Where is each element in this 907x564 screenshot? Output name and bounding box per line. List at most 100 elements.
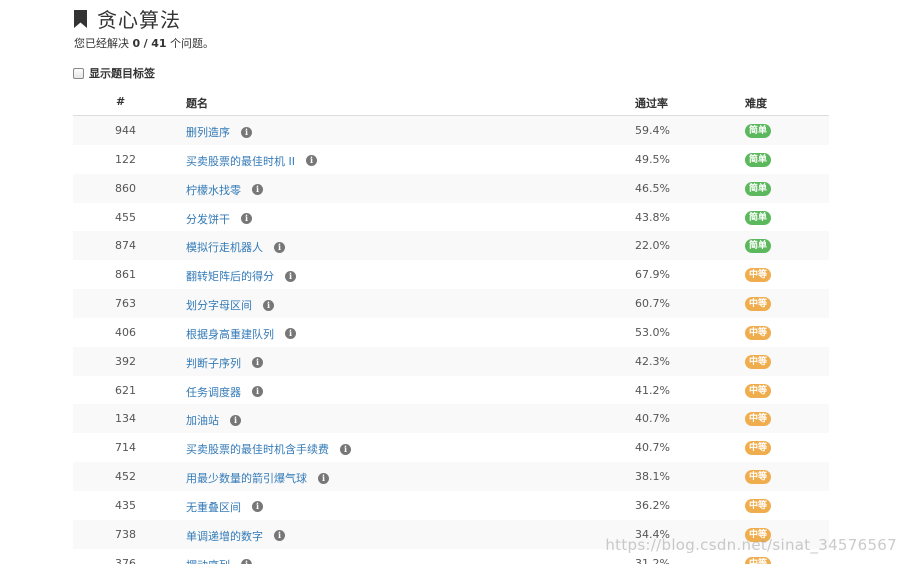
problem-title-link[interactable]: 买卖股票的最佳时机 II bbox=[186, 153, 295, 169]
table-row: 392 判断子序列 i 42.3% 中等 bbox=[73, 346, 829, 376]
info-icon[interactable]: i bbox=[340, 443, 351, 455]
problem-id: 122 bbox=[115, 152, 136, 166]
show-tags-toggle[interactable]: 显示题目标签 bbox=[73, 65, 155, 81]
table-row: 861 翻转矩阵后的得分 i 67.9% 中等 bbox=[73, 260, 829, 289]
problem-title-link[interactable]: 翻转矩阵后的得分 bbox=[186, 268, 274, 284]
problem-title-link[interactable]: 单调递增的数字 bbox=[186, 528, 263, 544]
table-row: 455 分发饼干 i 43.8% 简单 bbox=[73, 203, 829, 232]
table-row: 406 根据身高重建队列 i 53.0% 中等 bbox=[73, 318, 829, 347]
total-count: 41 bbox=[151, 37, 167, 50]
summary-suffix: 个问题。 bbox=[170, 37, 214, 50]
info-icon[interactable]: i bbox=[241, 126, 252, 138]
acceptance-rate: 53.0% bbox=[635, 325, 670, 339]
problem-id: 621 bbox=[115, 383, 136, 397]
table-body: 944 删列造序 i 59.4% 简单 122 买卖股票的最佳时机 II i 49.5% 简单 86… bbox=[73, 116, 829, 564]
info-icon[interactable]: i bbox=[230, 414, 241, 426]
page-header: 贪心算法 bbox=[74, 4, 181, 33]
acceptance-rate: 46.5% bbox=[635, 181, 670, 195]
difficulty-cell: 中等 bbox=[745, 440, 772, 456]
table-row: 874 模拟行走机器人 i 22.0% 简单 bbox=[73, 231, 829, 261]
bookmark-icon bbox=[74, 9, 87, 28]
info-icon[interactable]: i bbox=[252, 386, 263, 398]
problem-title-cell: 摆动序列 i bbox=[186, 557, 252, 564]
problem-title-link[interactable]: 划分字母区间 bbox=[186, 297, 252, 313]
problem-title-link[interactable]: 柠檬水找零 bbox=[186, 182, 241, 198]
problem-title-cell: 翻转矩阵后的得分 i bbox=[186, 268, 296, 284]
header-difficulty[interactable]: 难度 bbox=[745, 95, 767, 111]
info-icon[interactable]: i bbox=[263, 299, 274, 311]
problem-title-link[interactable]: 删列造序 bbox=[186, 124, 230, 140]
info-icon[interactable]: i bbox=[252, 357, 263, 369]
info-icon[interactable]: i bbox=[252, 501, 263, 513]
acceptance-rate: 36.2% bbox=[635, 498, 670, 512]
acceptance-rate: 41.2% bbox=[635, 383, 670, 397]
table-row: 860 柠檬水找零 i 46.5% 简单 bbox=[73, 173, 829, 203]
info-icon[interactable]: i bbox=[318, 472, 329, 484]
problem-id: 763 bbox=[115, 297, 136, 311]
problem-title-link[interactable]: 用最少数量的箭引爆气球 bbox=[186, 470, 307, 486]
problem-id: 134 bbox=[115, 412, 136, 426]
table-row: 435 无重叠区间 i 36.2% 中等 bbox=[73, 491, 829, 520]
problem-id: 392 bbox=[115, 354, 136, 368]
problem-title-link[interactable]: 加油站 bbox=[186, 412, 219, 428]
problem-title-cell: 分发饼干 i bbox=[186, 211, 252, 227]
acceptance-rate: 60.7% bbox=[635, 297, 670, 311]
difficulty-cell: 中等 bbox=[745, 354, 772, 369]
problem-title-link[interactable]: 任务调度器 bbox=[186, 384, 241, 400]
info-icon[interactable]: i bbox=[274, 241, 285, 253]
difficulty-badge: 中等 bbox=[745, 268, 772, 283]
problem-id: 455 bbox=[115, 210, 136, 224]
difficulty-badge: 简单 bbox=[745, 239, 772, 254]
info-icon[interactable]: i bbox=[252, 184, 263, 196]
info-icon[interactable]: i bbox=[241, 213, 252, 225]
problem-id: 376 bbox=[115, 556, 136, 564]
problem-title-cell: 判断子序列 i bbox=[186, 355, 263, 371]
watermark: https://blog.csdn.net/sinat_34576567 bbox=[605, 536, 897, 554]
problem-id: 861 bbox=[115, 268, 136, 282]
acceptance-rate: 31.2% bbox=[635, 556, 670, 564]
difficulty-cell: 简单 bbox=[745, 152, 772, 167]
problem-title-cell: 根据身高重建队列 i bbox=[186, 326, 296, 342]
info-icon[interactable]: i bbox=[285, 270, 296, 282]
info-icon[interactable]: i bbox=[285, 328, 296, 340]
problem-title-link[interactable]: 买卖股票的最佳时机含手续费 bbox=[186, 441, 329, 457]
problem-title-cell: 买卖股票的最佳时机含手续费 i bbox=[186, 441, 351, 457]
problem-title-link[interactable]: 分发饼干 bbox=[186, 211, 230, 227]
show-tags-checkbox[interactable] bbox=[73, 67, 84, 79]
problem-id: 944 bbox=[115, 124, 136, 137]
difficulty-cell: 中等 bbox=[745, 411, 772, 427]
summary-prefix: 您已经解决 bbox=[74, 37, 129, 50]
problem-title-link[interactable]: 判断子序列 bbox=[186, 355, 241, 371]
page: 贪心算法 您已经解决 0 / 41 个问题。 显示题目标签 # 题名 通过率 难… bbox=[0, 0, 907, 564]
problem-table: # 题名 通过率 难度 944 删列造序 i 59.4% 简单 122 买卖股票的最佳时机 … bbox=[73, 88, 829, 564]
info-icon[interactable]: i bbox=[305, 155, 317, 167]
problem-title-link[interactable]: 模拟行走机器人 bbox=[186, 239, 263, 255]
problem-title-link[interactable]: 无重叠区间 bbox=[186, 499, 241, 515]
header-id[interactable]: # bbox=[116, 95, 125, 108]
difficulty-cell: 简单 bbox=[745, 123, 772, 138]
problem-title-link[interactable]: 摆动序列 bbox=[186, 557, 230, 564]
header-title[interactable]: 题名 bbox=[186, 95, 208, 111]
difficulty-badge: 简单 bbox=[745, 152, 772, 167]
difficulty-badge: 中等 bbox=[745, 441, 772, 456]
problem-title-cell: 删列造序 i bbox=[186, 124, 252, 140]
problem-id: 874 bbox=[115, 239, 136, 253]
problem-title-link[interactable]: 根据身高重建队列 bbox=[186, 326, 274, 342]
table-row: 134 加油站 i 40.7% 中等 bbox=[73, 404, 829, 434]
difficulty-cell: 中等 bbox=[745, 267, 772, 283]
acceptance-rate: 59.4% bbox=[635, 124, 670, 137]
info-icon[interactable]: i bbox=[274, 530, 285, 542]
difficulty-badge: 简单 bbox=[745, 210, 772, 225]
info-icon[interactable]: i bbox=[241, 559, 252, 564]
problem-id: 452 bbox=[115, 470, 136, 484]
difficulty-badge: 简单 bbox=[745, 124, 772, 138]
difficulty-badge: 简单 bbox=[745, 181, 772, 196]
difficulty-badge: 中等 bbox=[745, 498, 772, 513]
header-rate[interactable]: 通过率 bbox=[635, 95, 668, 111]
acceptance-rate: 40.7% bbox=[635, 441, 670, 455]
difficulty-badge: 中等 bbox=[745, 354, 772, 369]
problem-id: 714 bbox=[115, 441, 136, 455]
problem-title-cell: 加油站 i bbox=[186, 412, 241, 428]
problem-title-cell: 柠檬水找零 i bbox=[186, 182, 263, 198]
table-row: 714 买卖股票的最佳时机含手续费 i 40.7% 中等 bbox=[73, 433, 829, 462]
